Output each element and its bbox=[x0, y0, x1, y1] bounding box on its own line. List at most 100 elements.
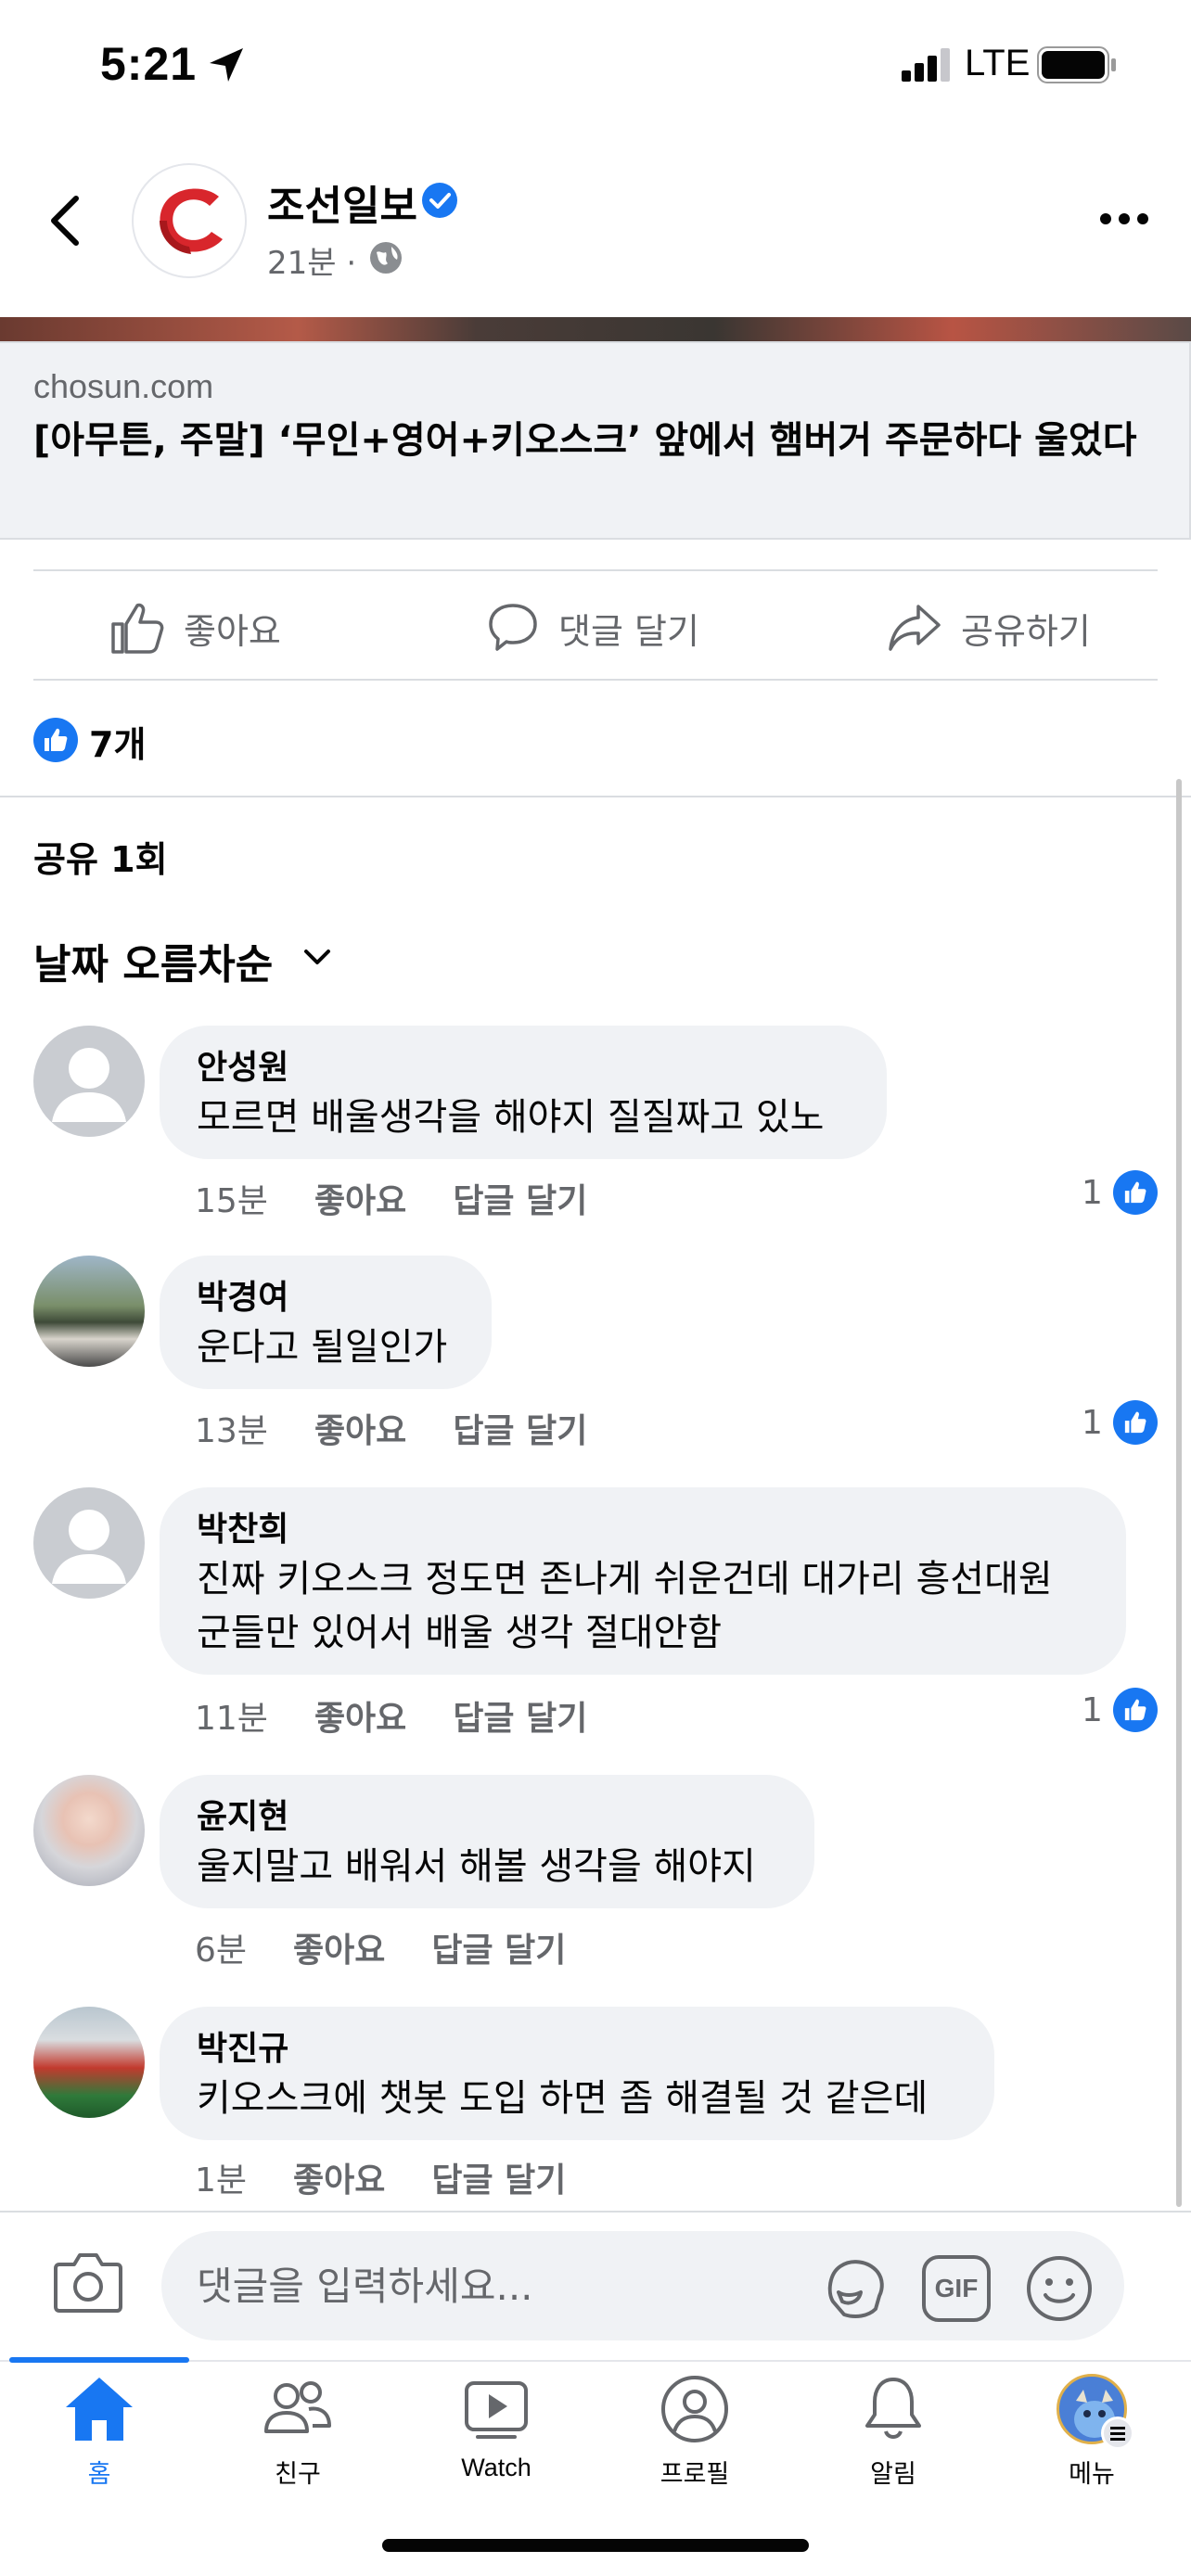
comment-like-count: 1 bbox=[1082, 1404, 1103, 1442]
emoji-icon[interactable] bbox=[1024, 2253, 1095, 2324]
comment-button[interactable]: 댓글 달기 bbox=[486, 593, 699, 662]
divider bbox=[0, 2211, 1191, 2213]
gif-label: GIF bbox=[934, 2274, 979, 2302]
comment-author[interactable]: 박진규 bbox=[197, 2027, 961, 2072]
avatar[interactable] bbox=[33, 1256, 145, 1367]
page-name[interactable]: 조선일보 bbox=[267, 172, 417, 232]
reaction-like-icon bbox=[33, 718, 78, 762]
comment-time: 13분 bbox=[195, 1412, 268, 1450]
tab-label: 친구 bbox=[275, 2460, 321, 2489]
chevron-down-icon[interactable] bbox=[302, 948, 332, 968]
avatar[interactable] bbox=[33, 1775, 145, 1886]
gif-button[interactable]: GIF bbox=[922, 2255, 991, 2322]
comment-icon bbox=[489, 604, 537, 651]
comment-time: 1분 bbox=[195, 2162, 248, 2200]
share-icon bbox=[889, 605, 941, 651]
post-time: 21분 · bbox=[267, 245, 357, 282]
comment-bubble[interactable]: 박진규 키오스크에 챗봇 도입 하면 좀 해결될 것 같은데 bbox=[160, 2007, 994, 2140]
tab-profile[interactable]: 프로필 bbox=[596, 2374, 794, 2513]
comment-bubble[interactable]: 윤지현 울지말고 배워서 해볼 생각을 해야지 bbox=[160, 1775, 814, 1908]
sort-dropdown[interactable]: 날짜 오름차순 bbox=[33, 931, 273, 990]
section-divider bbox=[0, 796, 1191, 797]
like-button[interactable]: 좋아요 bbox=[109, 593, 281, 662]
divider bbox=[33, 569, 1158, 571]
reaction-count[interactable]: 7개 bbox=[89, 716, 146, 767]
comment-author[interactable]: 윤지현 bbox=[197, 1795, 781, 1840]
chosun-logo-icon bbox=[160, 188, 223, 254]
like-reaction-icon bbox=[1113, 1400, 1158, 1445]
link-image-strip[interactable] bbox=[0, 317, 1191, 343]
comment-like-button[interactable]: 좋아요 bbox=[314, 1174, 406, 1222]
comment-like-count: 1 bbox=[1082, 1174, 1103, 1212]
tab-friends[interactable]: 친구 bbox=[198, 2374, 397, 2513]
watch-icon bbox=[465, 2381, 528, 2439]
comment-reply-button[interactable]: 답글 달기 bbox=[453, 1691, 587, 1740]
avatar[interactable] bbox=[33, 2007, 145, 2118]
comment-author[interactable]: 박찬희 bbox=[197, 1508, 1093, 1552]
menu-avatar bbox=[1055, 2374, 1134, 2450]
comment-reply-button[interactable]: 답글 달기 bbox=[453, 1174, 587, 1222]
more-options-icon[interactable] bbox=[1098, 211, 1150, 226]
globe-icon bbox=[370, 242, 402, 274]
comment-text-line: 군들만 있어서 배울 생각 절대안함 bbox=[197, 1612, 723, 1654]
like-label: 좋아요 bbox=[184, 610, 281, 652]
share-label: 공유하기 bbox=[961, 610, 1091, 652]
comment-like-button[interactable]: 좋아요 bbox=[293, 2153, 385, 2201]
home-icon bbox=[66, 2378, 133, 2441]
tab-label: Watch bbox=[461, 2454, 531, 2481]
thumbs-up-icon bbox=[111, 603, 164, 654]
signal-icon bbox=[902, 48, 950, 82]
share-button[interactable]: 공유하기 bbox=[887, 593, 1091, 662]
tab-menu[interactable]: 메뉴 bbox=[992, 2374, 1191, 2513]
status-time: 5:21 bbox=[100, 38, 198, 90]
comment-reply-button[interactable]: 답글 달기 bbox=[453, 1404, 587, 1452]
back-icon[interactable] bbox=[46, 193, 83, 249]
tab-notifications[interactable]: 알림 bbox=[794, 2374, 992, 2513]
comment-author[interactable]: 안성원 bbox=[197, 1046, 853, 1090]
avatar[interactable] bbox=[33, 1026, 145, 1137]
comment-reply-button[interactable]: 답글 달기 bbox=[431, 2153, 566, 2201]
tab-label: 메뉴 bbox=[1069, 2460, 1115, 2489]
comment-meta: 13분 좋아요 답글 달기 bbox=[195, 1404, 587, 1452]
comment-bubble[interactable]: 박찬희 진짜 키오스크 정도면 존나게 쉬운건데 대가리 흥선대원 군들만 있어… bbox=[160, 1487, 1126, 1675]
comment-label: 댓글 달기 bbox=[558, 610, 699, 652]
home-indicator bbox=[382, 2539, 809, 2552]
scrollbar[interactable] bbox=[1176, 779, 1182, 2207]
active-tab-indicator bbox=[9, 2357, 189, 2363]
comment-time: 15분 bbox=[195, 1182, 268, 1220]
tab-label: 홈 bbox=[87, 2460, 111, 2489]
location-arrow-icon bbox=[210, 48, 243, 82]
link-title[interactable]: [아무튼, 주말] ‘무인+영어+키오스크’ 앞에서 햄버거 주문하다 울었다 bbox=[33, 414, 1146, 467]
page-avatar[interactable] bbox=[132, 163, 247, 278]
avatar[interactable] bbox=[33, 1487, 145, 1599]
tab-home[interactable]: 홈 bbox=[0, 2374, 198, 2513]
comment-text-line: 진짜 키오스크 정도면 존나게 쉬운건데 대가리 흥선대원 bbox=[197, 1558, 1053, 1600]
friends-icon bbox=[264, 2381, 331, 2433]
avatar-sticker-icon[interactable] bbox=[822, 2255, 889, 2322]
link-domain: chosun.com bbox=[33, 367, 214, 405]
comment-meta: 1분 좋아요 답글 달기 bbox=[195, 2153, 566, 2201]
bell-icon bbox=[865, 2378, 921, 2439]
verified-badge-icon bbox=[422, 183, 457, 218]
comment-bubble[interactable]: 안성원 모르면 배울생각을 해야지 질질짜고 있노 bbox=[160, 1026, 887, 1159]
tab-label: 알림 bbox=[870, 2460, 916, 2489]
battery-icon bbox=[1037, 46, 1116, 83]
comment-text: 모르면 배울생각을 해야지 질질짜고 있노 bbox=[197, 1096, 825, 1139]
comment-author[interactable]: 박경여 bbox=[197, 1276, 458, 1320]
menu-icon bbox=[1101, 2417, 1134, 2450]
tab-watch[interactable]: Watch bbox=[397, 2374, 596, 2513]
camera-icon[interactable] bbox=[52, 2250, 124, 2315]
comment-reply-button[interactable]: 답글 달기 bbox=[431, 1923, 566, 1971]
like-reaction-icon bbox=[1113, 1170, 1158, 1215]
divider bbox=[33, 679, 1158, 681]
comment-meta: 11분 좋아요 답글 달기 bbox=[195, 1691, 587, 1740]
comment-like-button[interactable]: 좋아요 bbox=[314, 1404, 406, 1452]
comment-like-button[interactable]: 좋아요 bbox=[314, 1691, 406, 1740]
comment-text: 키오스크에 챗봇 도입 하면 좀 해결될 것 같은데 bbox=[197, 2077, 928, 2120]
comment-text: 운다고 될일인가 bbox=[197, 1326, 448, 1369]
comment-meta: 15분 좋아요 답글 달기 bbox=[195, 1174, 587, 1222]
comment-time: 6분 bbox=[195, 1932, 248, 1970]
share-count[interactable]: 공유 1회 bbox=[33, 831, 168, 882]
comment-bubble[interactable]: 박경여 운다고 될일인가 bbox=[160, 1256, 492, 1389]
comment-like-button[interactable]: 좋아요 bbox=[293, 1923, 385, 1971]
